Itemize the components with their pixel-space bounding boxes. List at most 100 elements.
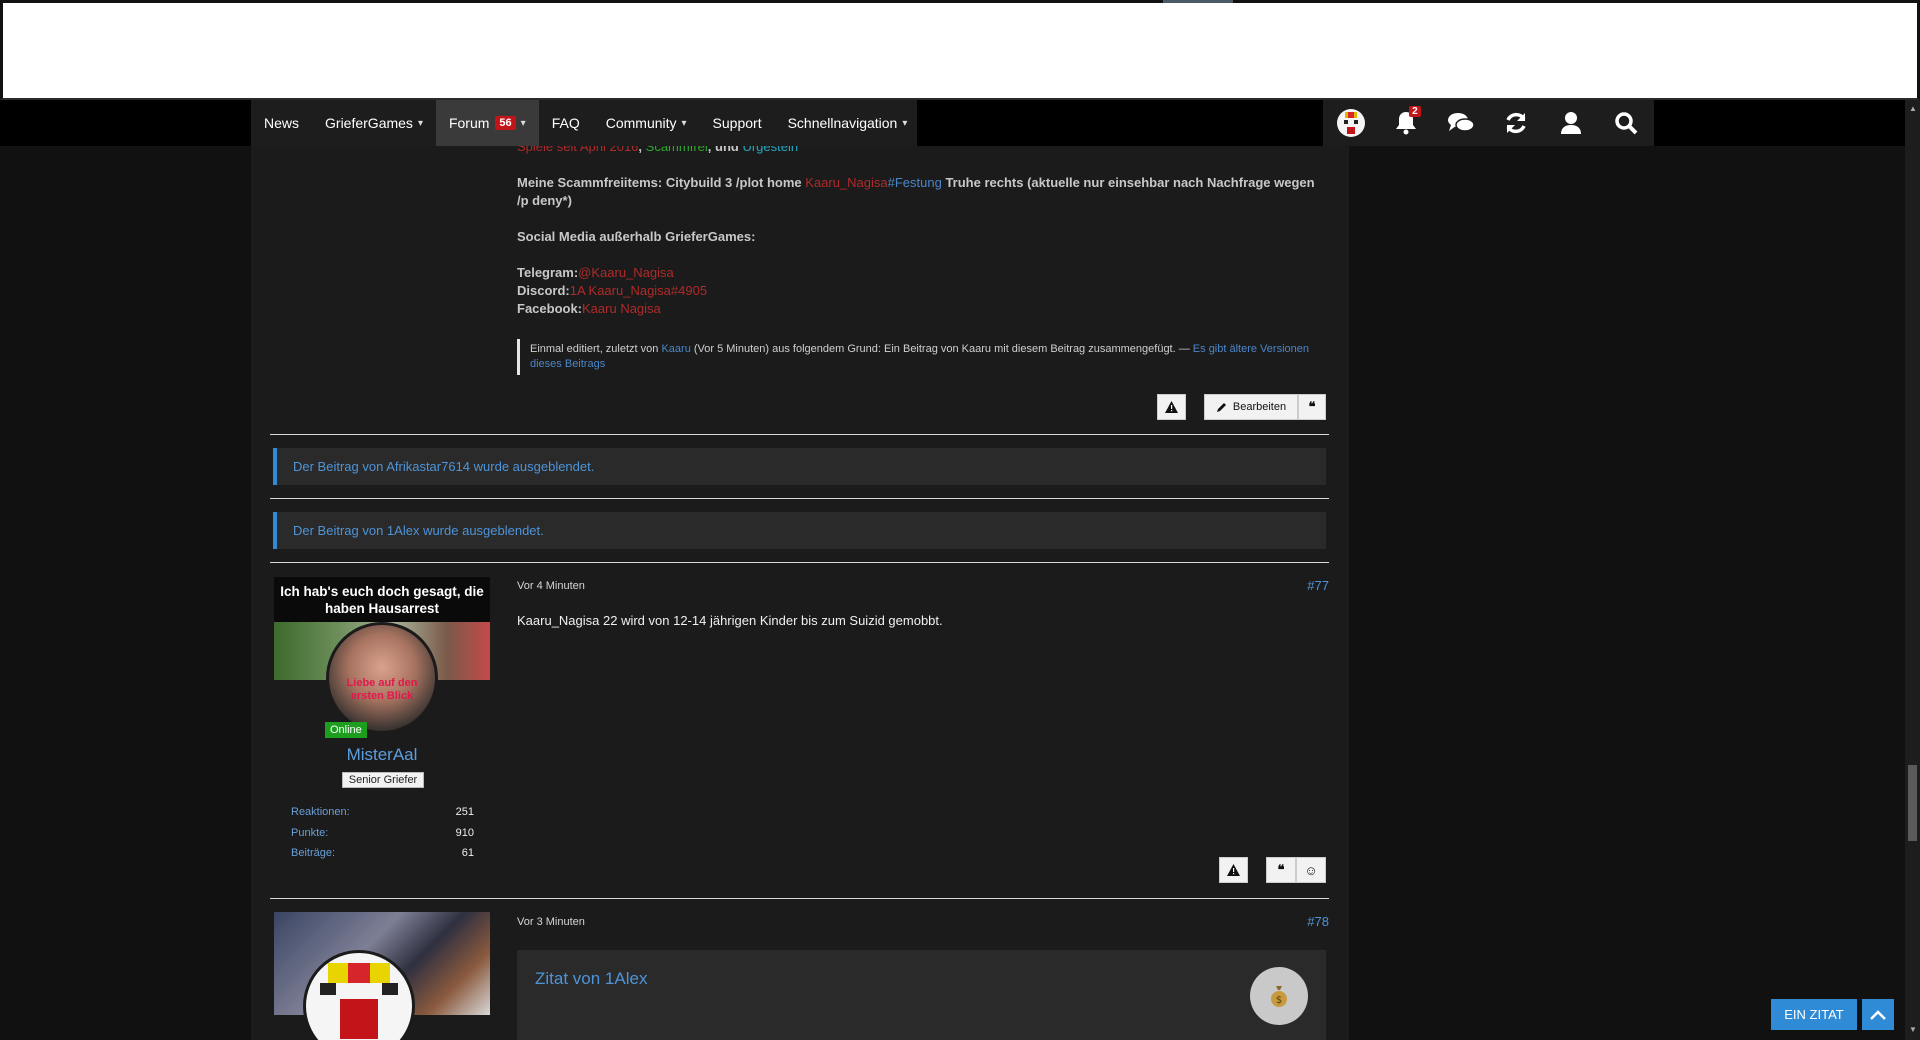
- reaction-button[interactable]: ☺: [1296, 857, 1326, 883]
- sig-text: Scammfrei: [645, 146, 708, 154]
- user-panel: 2: [1323, 100, 1654, 146]
- quote-button[interactable]: ❝: [1298, 394, 1326, 420]
- sig-text: Spiele seit April 2016: [517, 146, 639, 154]
- edit-note: Einmal editiert, zuletzt von Kaaru (Vor …: [517, 339, 1333, 375]
- money-bag-icon: $: [1250, 967, 1308, 1025]
- chevron-down-icon: ▾: [902, 117, 908, 129]
- page-scrollbar[interactable]: ▲ ▼: [1905, 100, 1920, 1040]
- nav-label: News: [264, 115, 300, 131]
- sig-link[interactable]: @Kaaru_Nagisa: [578, 265, 674, 280]
- sig-text: Urgestein: [742, 146, 799, 154]
- nav-item-schnellnavigation[interactable]: Schnellnavigation ▾: [775, 100, 921, 146]
- avatar-pixel: [348, 963, 370, 983]
- sig-link[interactable]: #Festung: [888, 175, 942, 190]
- chevron-up-icon: [1870, 1009, 1886, 1020]
- stat-value: 61: [461, 847, 474, 859]
- hidden-post-notice[interactable]: Der Beitrag von Afrikastar7614 wurde aus…: [273, 448, 1326, 485]
- quote-icon: ❝: [1308, 399, 1316, 414]
- sig-text: ,: [638, 146, 646, 154]
- avatar-pixel: [340, 999, 378, 1039]
- quote-count-button[interactable]: EIN ZITAT: [1771, 999, 1857, 1030]
- quote-block: Zitat von 1Alex $: [517, 950, 1326, 1040]
- bell-icon[interactable]: 2: [1386, 103, 1426, 143]
- chevron-down-icon: ▾: [417, 117, 423, 129]
- scroll-down-arrow-icon[interactable]: ▼: [1909, 1025, 1917, 1034]
- main-navbar: News GrieferGames ▾ Forum 56 ▾ FAQ Communit…: [0, 100, 1920, 146]
- signature-discord: Discord:1A Kaaru_Nagisa#4905: [517, 282, 707, 300]
- smiley-icon: ☺: [1304, 862, 1318, 878]
- sig-text: , und: [707, 146, 743, 154]
- refresh-icon[interactable]: [1496, 103, 1536, 143]
- stat-label[interactable]: Reaktionen:: [291, 806, 350, 818]
- scroll-up-arrow-icon[interactable]: ▲: [1909, 104, 1917, 113]
- username-link[interactable]: MisterAal: [274, 745, 490, 765]
- pencil-icon: [1216, 402, 1226, 412]
- nav-label: Community: [605, 115, 677, 131]
- post-number-link[interactable]: #77: [1307, 578, 1329, 593]
- edit-note-text: (Vor 5 Minuten) aus folgendem Grund: Ein…: [690, 343, 1193, 355]
- post-timestamp[interactable]: Vor 4 Minuten: [517, 580, 585, 592]
- sig-text: Meine Scammfreiitems: Citybuild 3 /plot …: [517, 175, 806, 190]
- warning-icon: [1227, 864, 1240, 876]
- user-icon[interactable]: [1551, 103, 1591, 143]
- avatar-pixel: [382, 983, 398, 995]
- hidden-post-notice[interactable]: Der Beitrag von 1Alex wurde ausgeblendet…: [273, 512, 1326, 549]
- nav-label: Support: [712, 115, 762, 131]
- quote-button[interactable]: ❝: [1266, 857, 1296, 883]
- user-stat-posts: Beiträge: 61: [291, 847, 474, 859]
- scroll-to-top-button[interactable]: [1862, 999, 1894, 1030]
- post-separator: [270, 562, 1329, 563]
- sig-text: Telegram:: [517, 265, 579, 280]
- edit-note-text: Einmal editiert, zuletzt von: [530, 343, 662, 355]
- nav-item-faq[interactable]: FAQ: [539, 100, 593, 146]
- avatar[interactable]: Liebe auf den ersten Blick: [326, 622, 438, 734]
- scroll-thumb[interactable]: [1908, 765, 1917, 841]
- top-strip: [1163, 0, 1233, 3]
- warning-icon: [1165, 401, 1178, 413]
- chevron-down-icon: ▾: [520, 117, 526, 129]
- post-number-link[interactable]: #78: [1307, 914, 1329, 929]
- post-separator: [270, 898, 1329, 899]
- user-avatar-icon[interactable]: [1331, 103, 1371, 143]
- nav-label: FAQ: [551, 115, 580, 131]
- sig-link[interactable]: Kaaru Nagisa: [582, 301, 661, 316]
- sig-text: Facebook:: [517, 301, 583, 316]
- sig-link[interactable]: Kaaru_Nagisa: [805, 175, 887, 190]
- quote-title[interactable]: Zitat von 1Alex: [535, 969, 647, 989]
- user-stat-reactions: Reaktionen: 251: [291, 806, 474, 818]
- report-button[interactable]: [1219, 857, 1248, 883]
- post-timestamp[interactable]: Vor 3 Minuten: [517, 916, 585, 928]
- user-stat-points: Punkte: 910: [291, 827, 474, 839]
- sig-text: Discord:: [517, 283, 570, 298]
- nav-menu: News GrieferGames ▾ Forum 56 ▾ FAQ Communit…: [251, 100, 917, 146]
- notification-badge: 2: [1409, 106, 1421, 117]
- report-button[interactable]: [1157, 394, 1186, 420]
- online-status-badge: Online: [325, 722, 367, 738]
- edit-button-label: Bearbeiten: [1232, 401, 1287, 413]
- edit-note-user-link[interactable]: Kaaru: [661, 343, 690, 355]
- nav-item-griefergames[interactable]: GrieferGames ▾: [312, 100, 436, 146]
- forum-count-badge: 56: [495, 116, 516, 130]
- signature-social-heading: Social Media außerhalb GrieferGames:: [517, 229, 756, 244]
- signature-top-line: Spiele seit April 2016, Scammfrei, und U…: [517, 146, 798, 156]
- user-rank-badge: Senior Griefer: [342, 772, 424, 788]
- edit-button[interactable]: Bearbeiten: [1204, 394, 1298, 420]
- nav-item-news[interactable]: News: [251, 100, 312, 146]
- post-body-text: Kaaru_Nagisa 22 wird von 12-14 jährigen …: [517, 613, 943, 628]
- nav-label: Schnellnavigation: [787, 115, 898, 131]
- thread-content: Spiele seit April 2016, Scammfrei, und U…: [251, 146, 1349, 1040]
- nav-label: Forum: [448, 115, 490, 131]
- stat-label[interactable]: Punkte:: [291, 827, 328, 839]
- stat-label[interactable]: Beiträge:: [291, 847, 335, 859]
- stat-value: 251: [455, 806, 474, 818]
- search-icon[interactable]: [1606, 103, 1646, 143]
- nav-item-forum[interactable]: Forum 56 ▾: [435, 100, 539, 146]
- signature-telegram: Telegram:@Kaaru_Nagisa: [517, 264, 674, 282]
- svg-text:$: $: [1276, 995, 1282, 1006]
- banner-text: Ich hab's euch doch gesagt, die haben Ha…: [280, 584, 484, 616]
- stat-value: 910: [455, 827, 474, 839]
- chat-icon[interactable]: [1441, 103, 1481, 143]
- nav-item-support[interactable]: Support: [700, 100, 775, 146]
- sig-link[interactable]: 1A Kaaru_Nagisa#4905: [570, 283, 707, 298]
- nav-item-community[interactable]: Community ▾: [593, 100, 700, 146]
